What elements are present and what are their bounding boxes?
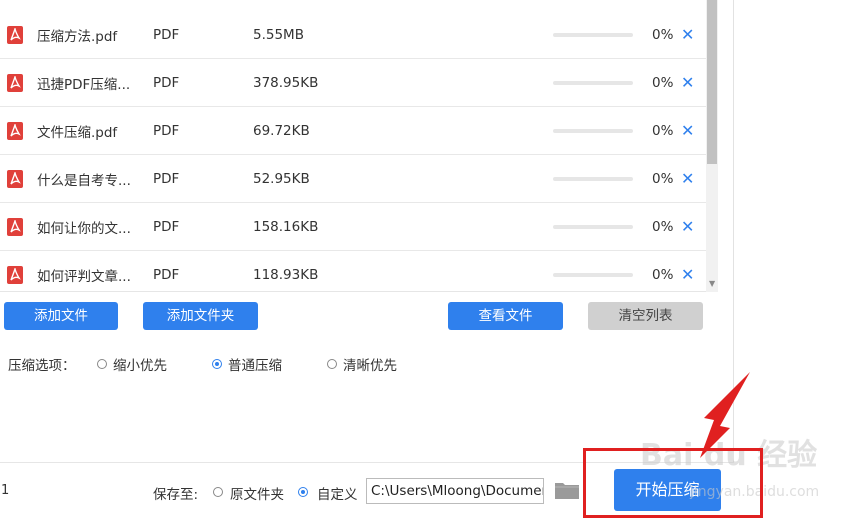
radio-normal-compress[interactable] bbox=[212, 359, 222, 369]
file-name: 压缩方法.pdf bbox=[37, 28, 118, 45]
add-file-button[interactable]: 添加文件 bbox=[4, 302, 118, 330]
option-smaller-first-label: 缩小优先 bbox=[113, 358, 167, 374]
remove-file-icon[interactable]: ✕ bbox=[681, 74, 694, 91]
save-path-input[interactable]: C:\Users\Mloong\Documents bbox=[366, 478, 544, 504]
file-list: 压缩方法.pdf PDF 5.55MB 0% ✕ 迅捷PDF压缩... PDF 378.95K… bbox=[0, 0, 718, 292]
file-type: PDF bbox=[153, 170, 180, 187]
file-name: 迅捷PDF压缩... bbox=[37, 76, 131, 93]
table-row[interactable]: 文件压缩.pdf PDF 69.72KB 0% ✕ bbox=[0, 107, 706, 155]
remove-file-icon[interactable]: ✕ bbox=[681, 122, 694, 139]
pdf-file-icon bbox=[7, 25, 23, 44]
file-type: PDF bbox=[153, 26, 180, 43]
progress-bar bbox=[553, 272, 633, 277]
custom-folder-label: 自定义 bbox=[317, 487, 358, 503]
file-name: 如何评判文章... bbox=[37, 268, 131, 285]
file-type: PDF bbox=[153, 74, 180, 91]
file-size: 158.16KB bbox=[253, 218, 319, 235]
pdf-file-icon bbox=[7, 169, 23, 188]
file-name: 什么是自考专... bbox=[37, 172, 131, 189]
add-folder-button[interactable]: 添加文件夹 bbox=[143, 302, 258, 330]
table-row[interactable]: 什么是自考专... PDF 52.95KB 0% ✕ bbox=[0, 155, 706, 203]
file-size: 5.55MB bbox=[253, 26, 304, 43]
file-name: 文件压缩.pdf bbox=[37, 124, 118, 141]
remove-file-icon[interactable]: ✕ bbox=[681, 266, 694, 283]
save-to-label: 保存至: bbox=[153, 487, 199, 503]
progress-percent: 0% bbox=[652, 170, 674, 187]
table-row[interactable]: 压缩方法.pdf PDF 5.55MB 0% ✕ bbox=[0, 11, 706, 59]
table-row[interactable]: 迅捷PDF压缩... PDF 378.95KB 0% ✕ bbox=[0, 59, 706, 107]
progress-percent: 0% bbox=[652, 122, 674, 139]
footer-left-text: 1 bbox=[1, 483, 10, 498]
progress-bar bbox=[553, 224, 633, 229]
clear-list-button[interactable]: 清空列表 bbox=[588, 302, 703, 330]
file-size: 69.72KB bbox=[253, 122, 310, 139]
progress-bar bbox=[553, 176, 633, 181]
progress-percent: 0% bbox=[652, 266, 674, 283]
file-type: PDF bbox=[153, 266, 180, 283]
option-clarity-first-label: 清晰优先 bbox=[343, 358, 397, 374]
file-name: 如何让你的文... bbox=[37, 220, 131, 237]
compress-options-label: 压缩选项： bbox=[8, 358, 76, 374]
table-row[interactable]: 如何让你的文... PDF 158.16KB 0% ✕ bbox=[0, 203, 706, 251]
radio-original-folder[interactable] bbox=[213, 487, 223, 497]
pdf-file-icon bbox=[7, 265, 23, 284]
progress-bar bbox=[553, 32, 633, 37]
view-file-button[interactable]: 查看文件 bbox=[448, 302, 563, 330]
file-type: PDF bbox=[153, 218, 180, 235]
pdf-file-icon bbox=[7, 121, 23, 140]
radio-smaller-first[interactable] bbox=[97, 359, 107, 369]
file-type: PDF bbox=[153, 122, 180, 139]
file-size: 118.93KB bbox=[253, 266, 319, 283]
file-size: 378.95KB bbox=[253, 74, 319, 91]
file-size: 52.95KB bbox=[253, 170, 310, 187]
progress-bar bbox=[553, 80, 633, 85]
progress-bar bbox=[553, 128, 633, 133]
table-row[interactable]: 如何评判文章... PDF 118.93KB 0% ✕ bbox=[0, 251, 706, 291]
scroll-down-arrow-icon[interactable]: ▼ bbox=[709, 279, 715, 288]
file-list-scrollbar[interactable]: ▼ bbox=[706, 0, 718, 292]
radio-clarity-first[interactable] bbox=[327, 359, 337, 369]
pdf-file-icon bbox=[7, 73, 23, 92]
progress-percent: 0% bbox=[652, 74, 674, 91]
option-normal-compress-label: 普通压缩 bbox=[228, 358, 282, 374]
progress-percent: 0% bbox=[652, 26, 674, 43]
radio-custom-folder[interactable] bbox=[298, 487, 308, 497]
folder-icon[interactable] bbox=[554, 480, 580, 500]
remove-file-icon[interactable]: ✕ bbox=[681, 26, 694, 43]
remove-file-icon[interactable]: ✕ bbox=[681, 170, 694, 187]
original-folder-label: 原文件夹 bbox=[230, 487, 284, 503]
pdf-file-icon bbox=[7, 217, 23, 236]
annotation-arrow-icon bbox=[690, 370, 760, 464]
scrollbar-thumb[interactable] bbox=[707, 0, 717, 164]
remove-file-icon[interactable]: ✕ bbox=[681, 218, 694, 235]
progress-percent: 0% bbox=[652, 218, 674, 235]
